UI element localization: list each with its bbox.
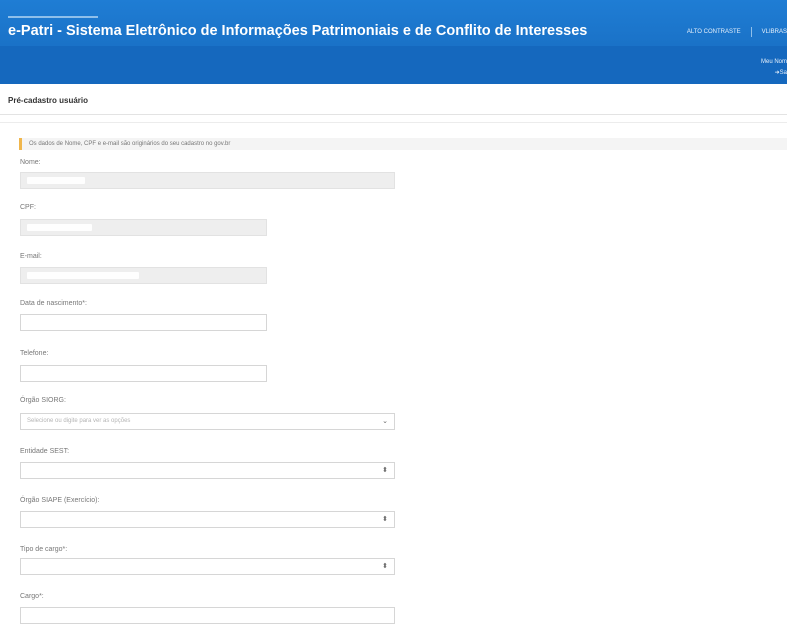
logout-link[interactable]: ➜Sa <box>761 68 787 79</box>
user-menu[interactable]: Meu Nom ➜Sa <box>761 57 787 79</box>
siorg-select[interactable]: Selecione ou digite para ver as opções ⌄ <box>20 413 395 430</box>
phone-label: Telefone: <box>20 350 49 357</box>
cpf-field <box>20 219 267 236</box>
siorg-label: Órgão SIORG: <box>20 397 66 404</box>
sest-label: Entidade SEST: <box>20 448 70 455</box>
high-contrast-link[interactable]: ALTO CONTRASTE <box>687 29 741 35</box>
page-title: Pré-cadastro usuário <box>8 96 89 105</box>
phone-input[interactable] <box>20 365 267 382</box>
birthdate-input[interactable] <box>20 314 267 331</box>
cargo-input[interactable] <box>20 607 395 624</box>
redacted-value <box>27 272 139 279</box>
gov-strip <box>8 16 98 18</box>
notice-banner: Os dados de Nome, CPF e e-mail são origi… <box>19 138 787 150</box>
birthdate-label: Data de nascimento*: <box>20 300 87 307</box>
sest-select[interactable]: ⬍ <box>20 462 395 479</box>
select-arrows-icon: ⬍ <box>382 467 388 474</box>
vlibras-link[interactable]: VLIBRAS <box>762 29 787 35</box>
cargo-type-label: Tipo de cargo*: <box>20 546 68 553</box>
app-title: e-Patri - Sistema Eletrônico de Informaç… <box>8 23 588 39</box>
select-arrows-icon: ⬍ <box>382 563 388 570</box>
top-links: ALTO CONTRASTE VLIBRAS <box>687 27 787 37</box>
chevron-down-icon: ⌄ <box>382 418 388 425</box>
email-label: E-mail: <box>20 253 42 260</box>
redacted-value <box>27 224 92 231</box>
siape-label: Órgão SIAPE (Exercício): <box>20 497 100 504</box>
nome-field <box>20 172 395 189</box>
email-field <box>20 267 267 284</box>
siorg-placeholder: Selecione ou digite para ver as opções <box>27 418 131 424</box>
cargo-type-select[interactable]: ⬍ <box>20 558 395 575</box>
select-arrows-icon: ⬍ <box>382 516 388 523</box>
user-name: Meu Nom <box>760 59 787 65</box>
header-lower-bar <box>0 46 787 84</box>
cpf-label: CPF: <box>20 204 36 211</box>
divider <box>0 122 787 123</box>
nome-label: Nome: <box>20 159 41 166</box>
cargo-label: Cargo*: <box>20 593 44 600</box>
link-separator <box>750 27 752 37</box>
redacted-value <box>27 177 85 184</box>
app-header: e-Patri - Sistema Eletrônico de Informaç… <box>0 0 787 84</box>
divider <box>0 114 787 115</box>
siape-select[interactable]: ⬍ <box>20 511 395 528</box>
